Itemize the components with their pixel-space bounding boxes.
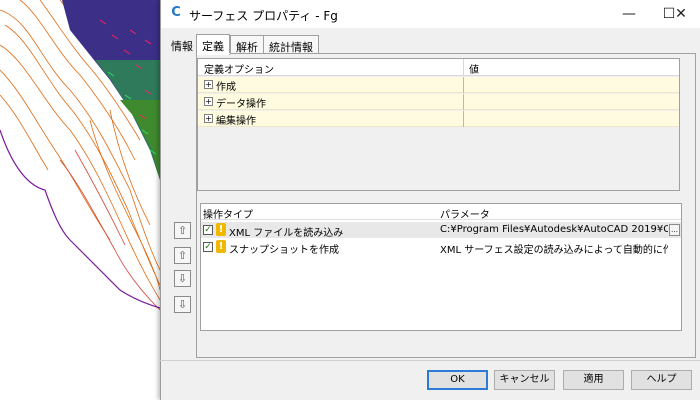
expand-icon[interactable]: + [204,97,213,106]
grid-row-label: 作成 [216,82,236,93]
warning-icon: ! [216,240,226,253]
expand-icon[interactable]: + [204,80,213,89]
move-down-button[interactable]: ⇩ [174,270,191,287]
apply-button[interactable]: 適用 [563,370,624,390]
panel-right-border [695,53,696,358]
tab-definition[interactable]: 定義 [196,34,230,55]
operation-checkbox[interactable]: ✓ [203,242,213,252]
move-bottom-icon: ⇩ [177,298,188,311]
operations-list: 操作タイプ パラメータ ✓ ! XML ファイルを読み込み C:¥Program… [200,203,682,331]
browse-file-icon[interactable]: … [669,224,680,236]
civil3d-app-icon: C [171,5,181,20]
grid-header: 定義オプション 値 [198,59,679,76]
window-title: サーフェス プロパティ - Fg [189,9,338,23]
operation-checkbox[interactable]: ✓ [203,225,213,235]
move-down-icon: ⇩ [177,272,188,285]
warning-icon: ! [216,223,226,236]
move-up-button[interactable]: ⇧ [174,247,191,264]
minimize-button[interactable]: — [609,0,649,28]
tab-info[interactable]: 情報 [166,35,198,54]
operation-parameter: XML サーフェス設定の読み込みによって自動的に作成 [440,245,668,256]
grid-column-divider [463,59,464,76]
ok-button[interactable]: OK [427,370,488,390]
panel-bottom-border [196,357,696,358]
operation-name: XML ファイルを読み込み [229,228,344,239]
grid-header-option[interactable]: 定義オプション [204,61,274,76]
expand-icon[interactable]: + [204,114,213,123]
operation-row[interactable]: ✓ ! XML ファイルを読み込み C:¥Program Files¥Autod… [201,222,681,239]
tab-analysis[interactable]: 解析 [230,35,264,54]
tab-statistics[interactable]: 統計情報 [263,35,319,54]
title-bar: C サーフェス プロパティ - Fg — ☐ ✕ [161,0,700,28]
move-up-icon: ⇧ [177,249,188,262]
operations-list-header: 操作タイプ パラメータ [201,204,681,221]
operation-row[interactable]: ✓ ! スナップショットを作成 XML サーフェス設定の読み込みによって自動的に… [201,239,681,256]
col-operation-type[interactable]: 操作タイプ [203,206,253,221]
close-button[interactable]: ✕ [661,0,700,28]
grid-header-value[interactable]: 値 [469,61,479,76]
active-tab-gap [196,53,230,54]
grid-row-create[interactable]: + 作成 [198,77,679,93]
grid-row-label: データ操作 [216,99,266,110]
col-parameter[interactable]: パラメータ [440,206,490,221]
move-top-button[interactable]: ⇧ [174,222,191,239]
cancel-button[interactable]: キャンセル [494,370,555,390]
grid-cell-divider [463,94,464,110]
grid-row-label: 編集操作 [216,116,256,127]
footer-separator [160,360,700,361]
operation-name: スナップショットを作成 [229,245,339,256]
grid-cell-divider [463,77,464,93]
definition-options-grid: 定義オプション 値 + 作成 + データ操作 + 編集操作 [197,58,680,191]
move-bottom-button[interactable]: ⇩ [174,296,191,313]
tab-divider [196,53,696,54]
grid-row-edit-operations[interactable]: + 編集操作 [198,111,679,127]
help-button[interactable]: ヘルプ [631,370,692,390]
operation-parameter: C:¥Program Files¥Autodesk¥AutoCAD 2019¥C… [440,224,668,235]
move-top-icon: ⇧ [177,224,188,237]
grid-cell-divider [463,111,464,127]
grid-row-data-operations[interactable]: + データ操作 [198,94,679,110]
